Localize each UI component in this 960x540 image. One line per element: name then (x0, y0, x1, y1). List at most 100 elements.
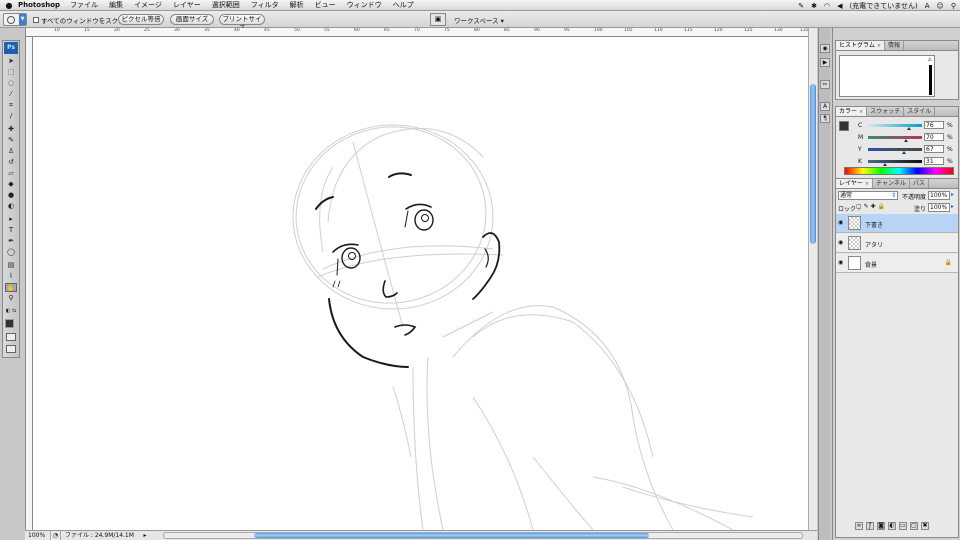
blend-mode-select[interactable]: 通常 ⇕ (838, 191, 898, 200)
lock-icons[interactable]: ▢ ✎ ✚ 🔒 (856, 203, 885, 210)
black-track[interactable] (868, 160, 922, 163)
workspace-menu[interactable]: ワークスペース ▾ (454, 15, 504, 25)
blur-tool-icon[interactable]: ● (5, 191, 17, 200)
zoom-level[interactable]: 100% (25, 530, 51, 540)
actual-pixels-button[interactable]: ピクセル等倍 (118, 14, 164, 25)
actions-icon[interactable]: ▶ (820, 58, 830, 67)
close-icon[interactable]: × (859, 109, 863, 115)
screen-mode-icon[interactable] (6, 345, 16, 353)
cyan-knob[interactable] (907, 127, 912, 130)
cyan-input[interactable]: 76 (924, 121, 944, 129)
new-layer-icon[interactable]: ▢ (910, 522, 918, 530)
opacity-input[interactable]: 100% (928, 191, 950, 200)
menu-window[interactable]: ウィンドウ (347, 0, 382, 10)
layer-row[interactable]: ◉ アタリ (836, 234, 958, 253)
lasso-tool-icon[interactable]: ◌ (5, 79, 17, 88)
warning-icon[interactable]: ⚠ (928, 57, 932, 63)
slice-tool-icon[interactable]: ∕ (5, 112, 17, 121)
notes-tool-icon[interactable]: ▤ (5, 261, 17, 270)
navigator-icon[interactable]: ◉ (820, 44, 830, 53)
apple-menu-icon[interactable]: ● (0, 1, 18, 10)
adjustment-layer-icon[interactable]: ◐ (888, 522, 896, 530)
history-brush-icon[interactable]: ↺ (5, 158, 17, 167)
fill-input[interactable]: 100% (928, 203, 950, 212)
horizontal-scroll-thumb[interactable] (254, 533, 649, 538)
cyan-slider[interactable]: C 76 % (858, 121, 958, 131)
close-icon[interactable]: × (865, 181, 869, 187)
checkbox-box[interactable] (33, 17, 39, 23)
foreground-color[interactable] (839, 121, 849, 131)
hand-tool-icon[interactable]: ✋ (5, 283, 17, 292)
magenta-input[interactable]: 70 (924, 133, 944, 141)
print-size-button[interactable]: プリントサイズ (219, 14, 265, 32)
wifi-icon[interactable]: ◠ (824, 2, 830, 10)
menu-analysis[interactable]: 解析 (290, 0, 304, 10)
layer-mask-icon[interactable]: ◙ (877, 522, 885, 530)
foreground-color-swatch[interactable] (5, 319, 14, 328)
trash-icon[interactable]: ✖ (921, 522, 929, 530)
status-menu-arrow-icon[interactable]: ▸ (141, 532, 149, 539)
layer-row[interactable]: ◉ 背景 🔒 (836, 254, 958, 273)
tab-paths[interactable]: パス (910, 179, 929, 188)
visibility-eye-icon[interactable]: ◉ (838, 239, 845, 246)
dodge-tool-icon[interactable]: ◐ (5, 202, 17, 211)
tab-color[interactable]: カラー × (836, 107, 868, 116)
fill-arrow-icon[interactable]: ▸ (951, 203, 954, 210)
input-method-icon[interactable]: A (925, 2, 930, 10)
visibility-eye-icon[interactable]: ◉ (838, 259, 845, 266)
black-input[interactable]: 31 (924, 157, 944, 165)
eyedropper-tool-icon[interactable]: ⌇ (5, 272, 17, 281)
crop-tool-icon[interactable]: ⌗ (5, 101, 17, 110)
script-icon[interactable]: ✎ (798, 2, 804, 10)
cyan-track[interactable] (868, 124, 922, 127)
close-icon[interactable]: × (877, 43, 881, 49)
workspace-icon[interactable]: ▣ (430, 13, 446, 26)
healing-brush-icon[interactable]: ✚ (5, 125, 17, 134)
eraser-tool-icon[interactable]: ▱ (5, 169, 17, 178)
clone-stamp-icon[interactable]: ♙ (5, 147, 17, 156)
marquee-tool-icon[interactable]: ⬚ (5, 68, 17, 77)
yellow-input[interactable]: 67 (924, 145, 944, 153)
path-select-icon[interactable]: ▸ (5, 215, 17, 224)
menu-file[interactable]: ファイル (70, 0, 98, 10)
document-canvas[interactable] (33, 37, 808, 530)
black-slider[interactable]: K 31 % (858, 157, 958, 167)
vertical-scrollbar[interactable] (808, 28, 817, 530)
opacity-arrow-icon[interactable]: ▸ (951, 191, 954, 198)
tool-preset-picker[interactable]: ▼ (3, 13, 27, 26)
ps-logo[interactable]: Ps (4, 42, 18, 54)
menu-filter[interactable]: フィルタ (251, 0, 279, 10)
type-tool-icon[interactable]: T (5, 226, 17, 235)
user-icon[interactable]: ☺ (937, 2, 944, 10)
magenta-track[interactable] (868, 136, 922, 139)
fit-screen-button[interactable]: 画面サイズ (170, 14, 214, 25)
menu-layer[interactable]: レイヤー (173, 0, 201, 10)
spotlight-icon[interactable]: ⚲ (951, 2, 956, 10)
vertical-scroll-thumb[interactable] (810, 84, 816, 244)
menu-help[interactable]: ヘルプ (393, 0, 414, 10)
yellow-slider[interactable]: Y 67 % (858, 145, 958, 155)
volume-icon[interactable]: ◀ (837, 2, 842, 10)
tab-channels[interactable]: チャンネル (873, 179, 910, 188)
magenta-knob[interactable] (903, 139, 908, 142)
black-knob[interactable] (882, 163, 887, 166)
tab-info[interactable]: 情報 (885, 41, 905, 50)
link-layers-icon[interactable]: ∞ (855, 522, 863, 530)
layer-style-icon[interactable]: ƒ (866, 522, 874, 530)
default-colors-icon[interactable]: ◧ ⇆ (5, 307, 17, 316)
status-icon[interactable]: ◔ (51, 530, 61, 540)
app-menu[interactable]: Photoshop (18, 1, 60, 9)
horizontal-scrollbar[interactable] (163, 532, 803, 539)
character-icon[interactable]: A (820, 102, 830, 111)
yellow-track[interactable] (868, 148, 922, 151)
tools-presets-icon[interactable]: ✂ (820, 80, 830, 89)
new-group-icon[interactable]: ▭ (899, 522, 907, 530)
quick-mask-icon[interactable] (6, 333, 16, 341)
paint-bucket-icon[interactable]: ◆ (5, 180, 17, 189)
battery-status[interactable]: (充電できていません) (849, 1, 917, 11)
shape-tool-icon[interactable]: ◯ (5, 248, 17, 257)
menu-select[interactable]: 選択範囲 (212, 0, 240, 10)
zoom-tool-icon[interactable]: ⚲ (5, 294, 17, 303)
bluetooth-icon[interactable]: ✱ (811, 2, 817, 10)
tab-histogram[interactable]: ヒストグラム × (836, 41, 886, 50)
